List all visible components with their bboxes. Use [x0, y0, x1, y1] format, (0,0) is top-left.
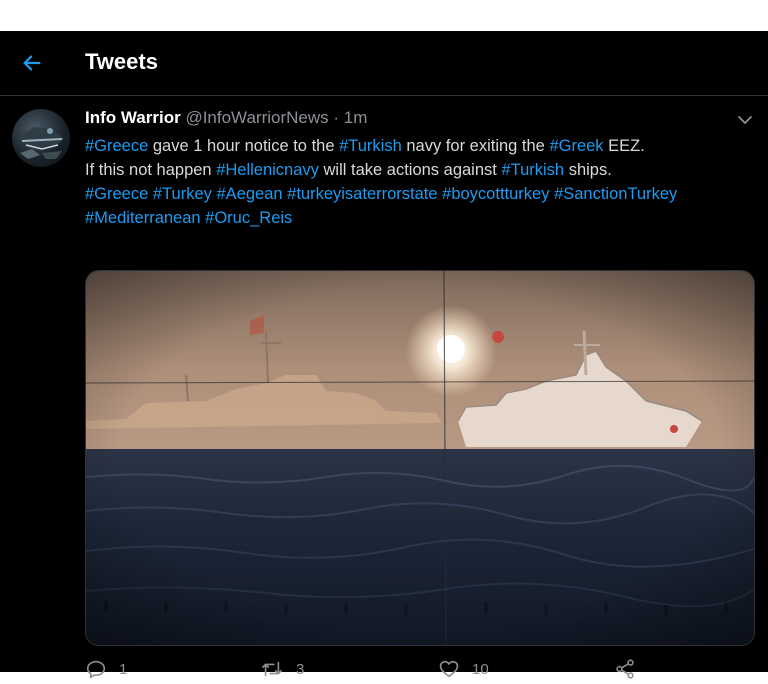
author-handle[interactable]: @InfoWarriorNews: [185, 108, 328, 127]
top-bar: Tweets: [0, 31, 768, 96]
hashtag-link[interactable]: #Greece: [85, 137, 148, 155]
tweet-text-line: #Greece #Turkey #Aegean #turkeyisaterror…: [85, 182, 755, 206]
tweet-menu-button[interactable]: [734, 112, 756, 128]
hashtag-link[interactable]: #Turkish: [339, 137, 402, 155]
tweet-text-segment: ships.: [564, 161, 612, 179]
tweet-text-line: #Greece gave 1 hour notice to the #Turki…: [85, 134, 755, 158]
tweet-header: Info Warrior @InfoWarriorNews · 1m: [85, 108, 367, 128]
page-title: Tweets: [85, 49, 158, 74]
share-icon: [616, 659, 634, 679]
reply-button[interactable]: 1: [85, 658, 127, 680]
hashtag-link[interactable]: #Aegean: [216, 185, 282, 203]
avatar[interactable]: [12, 109, 70, 167]
hashtag-link[interactable]: #turkeyisaterrorstate: [287, 185, 437, 203]
retweet-count: 3: [296, 660, 305, 678]
hashtag-link[interactable]: #Turkey: [153, 185, 212, 203]
heart-icon: [439, 660, 459, 678]
like-count: 10: [472, 660, 489, 678]
tweet-text-segment: If this not happen: [85, 161, 217, 179]
hashtag-link[interactable]: #Greece: [85, 185, 148, 203]
chevron-down-icon: [738, 116, 752, 124]
reply-count: 1: [119, 660, 128, 678]
hashtag-link[interactable]: #Greek: [549, 137, 603, 155]
reply-icon: [86, 660, 106, 679]
retweet-icon: [262, 661, 282, 677]
tweet-text-line: If this not happen #Hellenicnavy will ta…: [85, 158, 755, 182]
tweet-text-segment: gave 1 hour notice to the: [148, 137, 340, 155]
like-button[interactable]: 10: [438, 658, 489, 680]
separator: ·: [333, 108, 340, 127]
hashtag-link[interactable]: #boycottturkey: [442, 185, 549, 203]
arrow-left-icon: [23, 55, 41, 71]
tweet[interactable]: Info Warrior @InfoWarriorNews · 1m #Gree…: [0, 96, 768, 679]
tweet-text-segment: will take actions against: [318, 161, 502, 179]
hashtag-link[interactable]: #Mediterranean: [85, 209, 201, 227]
hashtag-link[interactable]: #SanctionTurkey: [554, 185, 677, 203]
retweet-button[interactable]: 3: [260, 658, 304, 680]
tweet-text-segment: navy for exiting the: [401, 137, 550, 155]
tweet-text-segment: EEZ.: [603, 137, 645, 155]
hashtag-link[interactable]: #Hellenicnavy: [216, 161, 319, 179]
tweet-text-line: #Mediterranean #Oruc_Reis: [85, 206, 755, 230]
app-window: Tweets Info Warrior @InfoWarriorNews · 1…: [0, 31, 768, 679]
tweet-timestamp[interactable]: 1m: [344, 108, 368, 127]
hashtag-link[interactable]: #Turkish: [501, 161, 564, 179]
tweet-photo[interactable]: [85, 270, 755, 646]
hashtag-link[interactable]: #Oruc_Reis: [205, 209, 292, 227]
author-name[interactable]: Info Warrior: [85, 108, 181, 127]
back-button[interactable]: [14, 45, 50, 81]
tweet-actions: 1 3 10: [0, 654, 768, 684]
share-button[interactable]: [614, 658, 636, 680]
tweet-text: #Greece gave 1 hour notice to the #Turki…: [85, 134, 755, 230]
